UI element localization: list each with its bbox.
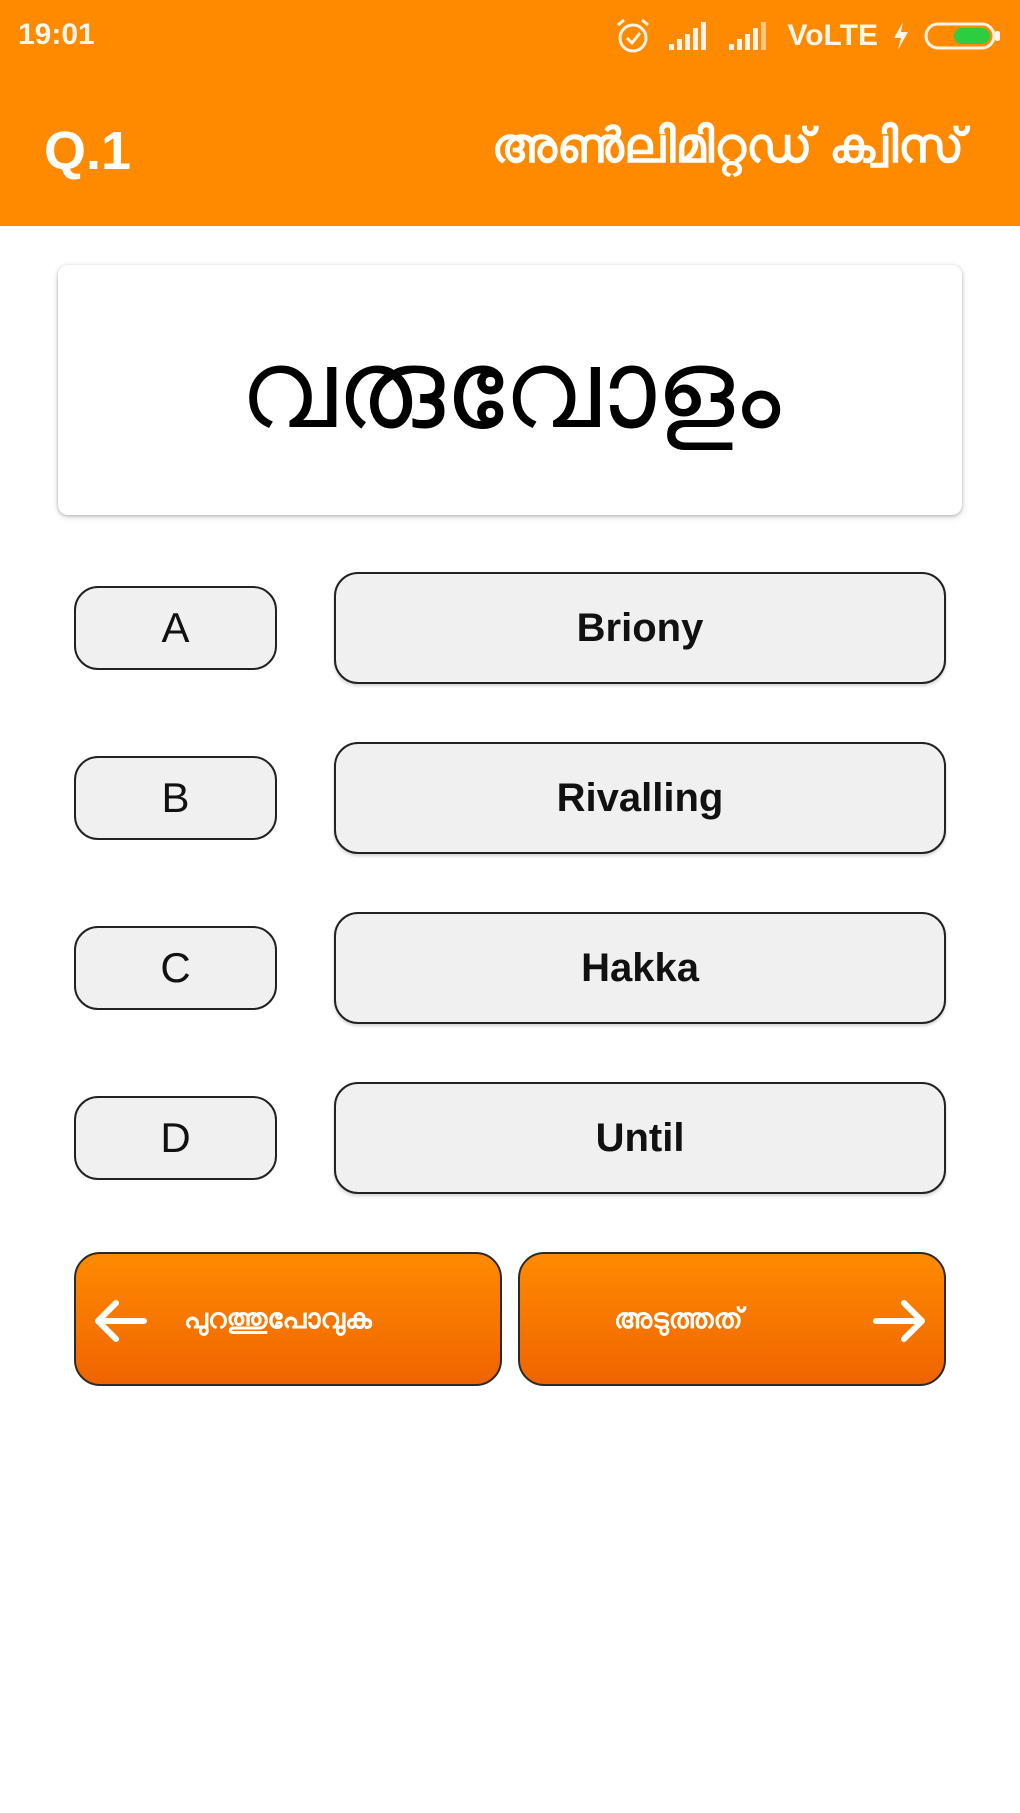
status-icons: VoLTE <box>613 14 1002 58</box>
app-header: 19:01 VoLTE Q.1 അൺലിമിറ്റഡ് ക്വിസ് <box>0 0 1020 226</box>
option-letter-d[interactable]: D <box>74 1096 277 1180</box>
back-button-label: പുറത്തുപോവുക <box>184 1302 372 1335</box>
alarm-icon <box>613 16 653 56</box>
status-time: 19:01 <box>18 18 95 51</box>
option-row-c: C Hakka <box>74 912 946 1024</box>
option-row-b: B Rivalling <box>74 742 946 854</box>
app-title: അൺലിമിറ്റഡ് ക്വിസ് <box>491 118 964 174</box>
option-answer-c[interactable]: Hakka <box>334 912 946 1024</box>
option-letter-c[interactable]: C <box>74 926 277 1010</box>
question-word: വരുവോളം <box>239 325 781 453</box>
arrow-right-icon <box>868 1297 932 1349</box>
signal-bars-icon <box>667 20 713 52</box>
option-row-a: A Briony <box>74 572 946 684</box>
network-type-label: VoLTE <box>787 19 878 52</box>
battery-icon <box>924 21 1002 51</box>
option-row-d: D Until <box>74 1082 946 1194</box>
signal-bars-icon <box>727 20 773 52</box>
option-letter-a[interactable]: A <box>74 586 277 670</box>
next-button-label: അടുത്തത് <box>614 1302 743 1335</box>
option-answer-a[interactable]: Briony <box>334 572 946 684</box>
charging-bolt-icon <box>892 21 910 51</box>
next-button[interactable]: അടുത്തത് <box>518 1252 946 1386</box>
back-button[interactable]: പുറത്തുപോവുക <box>74 1252 502 1386</box>
option-answer-b[interactable]: Rivalling <box>334 742 946 854</box>
question-number: Q.1 <box>44 121 132 181</box>
option-answer-d[interactable]: Until <box>334 1082 946 1194</box>
question-word-card: വരുവോളം <box>58 265 962 515</box>
arrow-left-icon <box>88 1297 152 1349</box>
option-letter-b[interactable]: B <box>74 756 277 840</box>
status-bar: 19:01 VoLTE <box>0 0 1020 72</box>
